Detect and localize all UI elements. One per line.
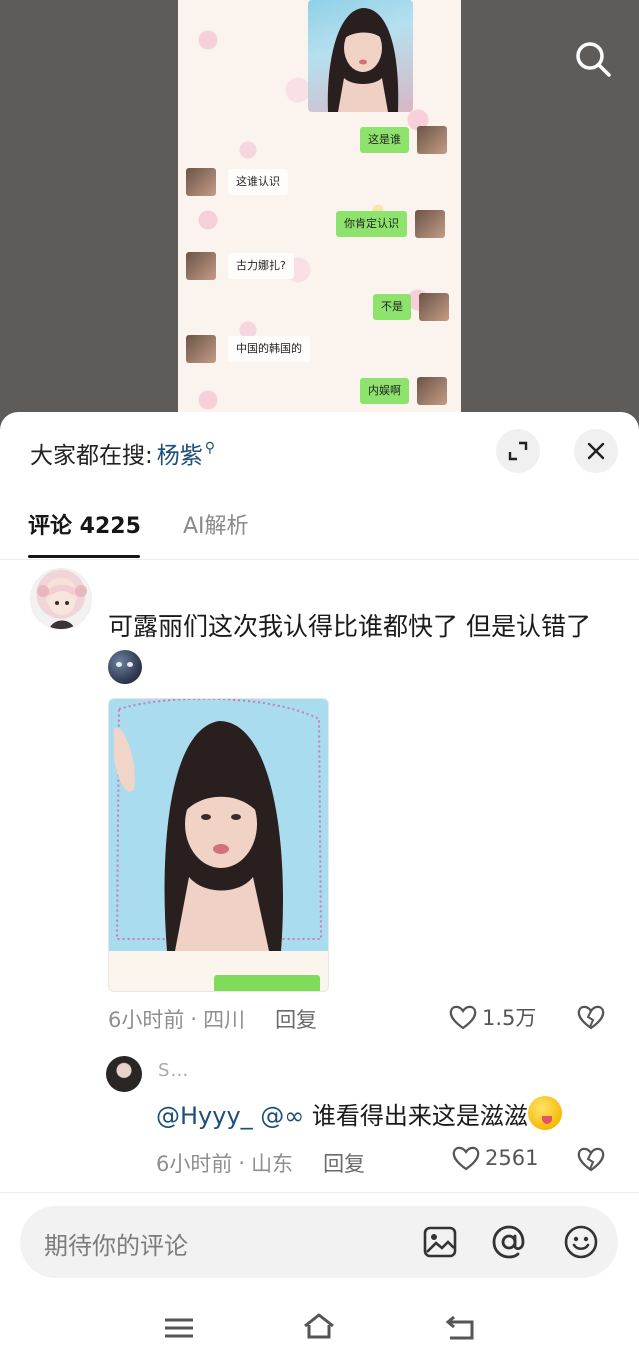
chat-bubble: 这谁认识 bbox=[228, 169, 288, 195]
comment-body: 可露丽们这次我认得比谁都快了 但是认错了 bbox=[108, 612, 591, 641]
reply-button[interactable]: 回复 bbox=[275, 1004, 317, 1034]
heart-icon bbox=[452, 1146, 480, 1171]
chat-avatar bbox=[186, 335, 216, 363]
chat-avatar bbox=[417, 377, 447, 405]
comment-meta: 6小时前 · 四川 回复 bbox=[108, 1004, 317, 1034]
chat-avatar bbox=[186, 168, 216, 196]
mention-button[interactable] bbox=[491, 1224, 527, 1260]
chat-message: 这是谁 bbox=[360, 126, 447, 154]
chat-avatar bbox=[419, 293, 449, 321]
like-count: 2561 bbox=[485, 1146, 539, 1170]
dislike-button[interactable] bbox=[576, 1003, 606, 1035]
chat-message: 古力娜扎? bbox=[186, 252, 294, 280]
back-button[interactable] bbox=[444, 1312, 478, 1342]
comment-text: 可露丽们这次我认得比谁都快了 但是认错了 bbox=[108, 606, 598, 690]
chat-avatar bbox=[186, 252, 216, 280]
back-icon bbox=[445, 1315, 474, 1340]
reply-username[interactable]: S… bbox=[158, 1060, 189, 1081]
emoji-icon bbox=[527, 1096, 562, 1130]
like-button[interactable]: 1.5万 bbox=[448, 1002, 536, 1032]
home-icon bbox=[304, 1313, 334, 1339]
trending-search[interactable]: 大家都在搜: 杨紫 ⚲ bbox=[30, 436, 215, 470]
reply-location: 山东 bbox=[251, 1152, 294, 1176]
chat-photo bbox=[308, 0, 413, 112]
home-button[interactable] bbox=[302, 1312, 336, 1342]
emoji-icon bbox=[564, 1225, 598, 1259]
like-count: 1.5万 bbox=[482, 1006, 537, 1030]
comment-tabs: 评论 4225 AI解析 bbox=[0, 508, 639, 560]
video-player[interactable]: 这是谁 这谁认识 你肯定认识 古力娜扎? 不是 中国的韩国的 内娱啊 bbox=[0, 0, 639, 420]
close-icon bbox=[587, 442, 605, 460]
at-icon bbox=[492, 1225, 525, 1259]
like-button[interactable]: 2561 bbox=[451, 1144, 538, 1172]
meta-separator: · bbox=[190, 1007, 198, 1031]
chat-bubble: 中国的韩国的 bbox=[228, 336, 310, 362]
image-button[interactable] bbox=[422, 1224, 458, 1260]
chat-message: 你肯定认识 bbox=[336, 210, 445, 238]
expand-icon bbox=[508, 441, 528, 461]
chat-message: 这谁认识 bbox=[186, 168, 288, 196]
comment-image[interactable] bbox=[108, 698, 329, 992]
comment-time: 6小时前 bbox=[108, 1008, 185, 1032]
reply-text: @Hyyy_ @∞ 谁看得出来这是滋滋 bbox=[156, 1096, 562, 1131]
comment-username[interactable] bbox=[110, 576, 180, 584]
reply-mentions[interactable]: @Hyyy_ @∞ bbox=[156, 1102, 304, 1130]
chat-screenshot: 这是谁 这谁认识 你肯定认识 古力娜扎? 不是 中国的韩国的 内娱啊 bbox=[178, 0, 461, 420]
heart-icon bbox=[449, 1005, 477, 1030]
comment-input-placeholder: 期待你的评论 bbox=[44, 1232, 188, 1260]
trending-keyword[interactable]: 杨紫 bbox=[157, 436, 203, 470]
search-icon bbox=[576, 42, 611, 77]
comment-location: 四川 bbox=[203, 1008, 246, 1032]
trending-prefix: 大家都在搜: bbox=[30, 443, 153, 469]
search-small-icon: ⚲ bbox=[204, 440, 216, 456]
reply-body: 谁看得出来这是滋滋 bbox=[311, 1102, 528, 1130]
emoji-icon bbox=[108, 650, 142, 684]
avatar[interactable] bbox=[106, 1056, 142, 1092]
dislike-button[interactable] bbox=[576, 1145, 606, 1177]
tab-ai-analysis[interactable]: AI解析 bbox=[183, 508, 249, 540]
emoji-button[interactable] bbox=[563, 1224, 599, 1260]
tab-indicator bbox=[28, 555, 140, 558]
reply-button[interactable]: 回复 bbox=[323, 1148, 365, 1178]
chat-avatar bbox=[415, 210, 445, 238]
search-button[interactable] bbox=[570, 36, 616, 82]
chat-message: 中国的韩国的 bbox=[186, 335, 310, 363]
close-button[interactable] bbox=[574, 429, 618, 473]
chat-message: 不是 bbox=[373, 293, 449, 321]
chat-bubble: 你肯定认识 bbox=[336, 211, 407, 237]
reply-time: 6小时前 bbox=[156, 1152, 233, 1176]
expand-button[interactable] bbox=[496, 429, 540, 473]
chat-bubble: 内娱啊 bbox=[360, 378, 409, 404]
meta-separator: · bbox=[238, 1151, 246, 1175]
comment-input[interactable]: 期待你的评论 bbox=[20, 1206, 618, 1278]
reply-meta: 6小时前 · 山东 回复 bbox=[156, 1148, 365, 1178]
tab-comments[interactable]: 评论 4225 bbox=[28, 508, 141, 540]
chat-avatar bbox=[417, 126, 447, 154]
dislike-icon bbox=[577, 1005, 605, 1030]
chat-message: 内娱啊 bbox=[360, 377, 447, 405]
dislike-icon bbox=[577, 1147, 605, 1172]
menu-icon bbox=[165, 1318, 193, 1338]
image-icon bbox=[423, 1226, 457, 1258]
chat-bubble: 这是谁 bbox=[360, 127, 409, 153]
menu-button[interactable] bbox=[162, 1312, 196, 1342]
comment-sheet: 大家都在搜: 杨紫 ⚲ 评论 4225 AI解析 可露丽们这次我认得比谁都快了 … bbox=[0, 412, 639, 1347]
divider bbox=[0, 1192, 639, 1193]
chat-bubble: 不是 bbox=[373, 294, 411, 320]
avatar[interactable] bbox=[30, 568, 92, 630]
chat-bubble: 古力娜扎? bbox=[228, 253, 294, 279]
